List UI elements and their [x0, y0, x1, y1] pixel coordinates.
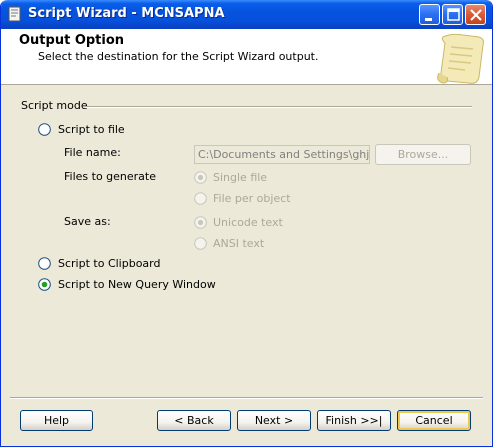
script-to-query-window-label[interactable]: Script to New Query Window: [58, 278, 216, 291]
script-wizard-window: Script Wizard - MCNSAPNA Output Option S…: [0, 0, 493, 447]
cancel-button[interactable]: Cancel: [397, 410, 471, 431]
finish-button[interactable]: Finish >>|: [317, 410, 391, 431]
wizard-window-icon: [7, 6, 23, 22]
minimize-icon: [425, 18, 432, 21]
files-to-generate-label: Files to generate: [64, 170, 157, 183]
footer-divider: [10, 397, 483, 399]
browse-button[interactable]: Browse...: [375, 144, 471, 165]
script-to-file-label[interactable]: Script to file: [58, 123, 125, 136]
script-to-file-radio[interactable]: [38, 123, 51, 136]
window-title: Script Wizard - MCNSAPNA: [28, 6, 225, 21]
script-mode-group-label: Script mode: [21, 99, 88, 112]
ansi-text-label: ANSI text: [213, 237, 265, 250]
group-divider: [85, 106, 472, 108]
file-name-label: File name:: [64, 146, 121, 159]
ansi-text-radio[interactable]: [194, 237, 207, 250]
unicode-text-label: Unicode text: [213, 216, 283, 229]
close-icon: [470, 9, 482, 21]
minimize-button[interactable]: [419, 4, 440, 25]
script-to-clipboard-radio[interactable]: [38, 257, 51, 270]
file-per-object-label: File per object: [213, 192, 291, 205]
close-button[interactable]: [465, 4, 486, 25]
single-file-label: Single file: [213, 171, 268, 184]
wizard-header: Output Option Select the destination for…: [1, 29, 492, 85]
unicode-text-radio[interactable]: [194, 216, 207, 229]
help-button[interactable]: Help: [20, 410, 93, 431]
script-to-clipboard-label[interactable]: Script to Clipboard: [58, 257, 160, 270]
title-bar[interactable]: Script Wizard - MCNSAPNA: [1, 0, 492, 29]
file-per-object-radio[interactable]: [194, 192, 207, 205]
maximize-button[interactable]: [442, 4, 463, 25]
next-button[interactable]: Next >: [237, 410, 311, 431]
single-file-radio[interactable]: [194, 171, 207, 184]
page-subtitle: Select the destination for the Script Wi…: [38, 50, 319, 63]
script-to-query-window-radio[interactable]: [38, 278, 51, 291]
scroll-paper-icon: [437, 33, 484, 84]
save-as-label: Save as:: [64, 215, 111, 228]
maximize-icon: [447, 8, 460, 21]
back-button[interactable]: < Back: [157, 410, 231, 431]
file-name-input[interactable]: C:\Documents and Settings\ghjk\M: [194, 145, 370, 164]
page-title: Output Option: [19, 33, 125, 48]
